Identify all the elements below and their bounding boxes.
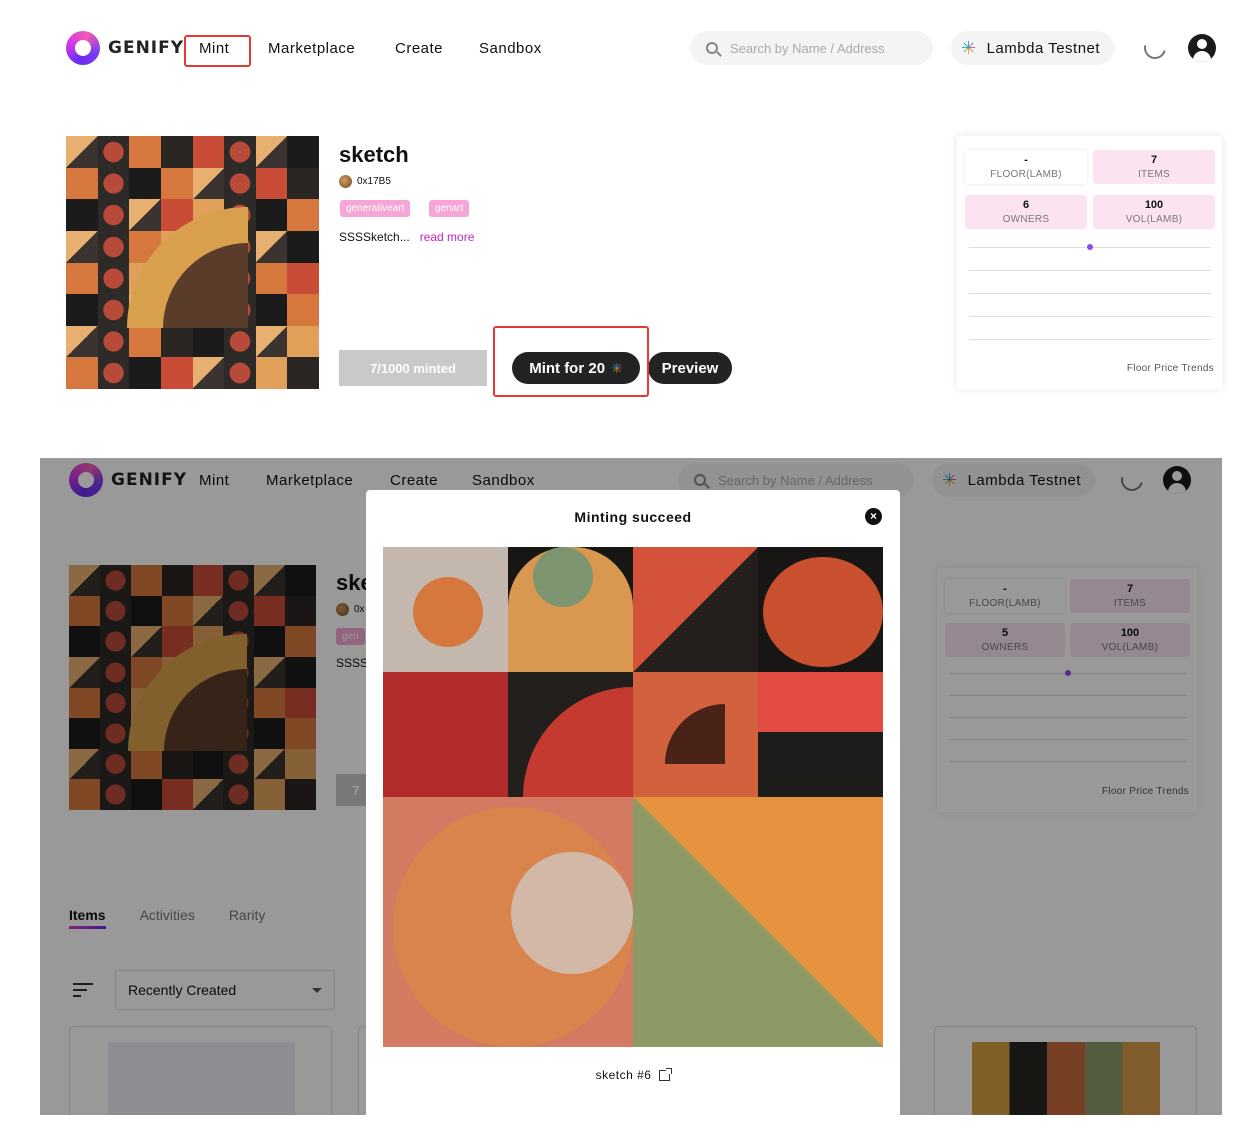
stats-panel: - FLOOR(LAMB) 7 ITEMS 6 OWNERS 100 VOL(L…	[957, 136, 1222, 389]
moon-icon[interactable]	[1139, 32, 1171, 64]
collection-title: sketch	[339, 142, 409, 167]
owner-address: 0x17B5	[357, 176, 391, 187]
minting-success-modal: Minting succeed × sketch #6	[366, 490, 900, 1115]
minted-item-link[interactable]: sketch #6	[366, 1067, 900, 1082]
stat-floor-label: FLOOR(LAMB)	[990, 169, 1062, 180]
minting-success-screenshot: GENIFY Mint Marketplace Create Sandbox S…	[40, 458, 1222, 1115]
stat-floor: - FLOOR(LAMB)	[965, 150, 1087, 184]
preview-button[interactable]: Preview	[648, 352, 732, 384]
chart-gridline	[969, 316, 1211, 317]
brand-name: GENIFY	[108, 38, 185, 58]
stat-owners-label: OWNERS	[1002, 214, 1050, 225]
brand-logo[interactable]: GENIFY	[66, 31, 184, 65]
search-input[interactable]: Search by Name / Address	[690, 31, 933, 65]
stat-floor-value: -	[1024, 154, 1028, 166]
chart-gridline	[969, 270, 1211, 271]
stat-items: 7 ITEMS	[1093, 150, 1215, 184]
user-icon[interactable]	[1188, 34, 1216, 62]
stat-vol-value: 100	[1144, 199, 1164, 211]
minted-progress: 7/1000 minted	[339, 350, 487, 386]
external-link-icon	[659, 1067, 673, 1081]
network-icon: ✳	[961, 38, 977, 58]
stat-owners: 6 OWNERS	[965, 195, 1087, 229]
nav-create[interactable]: Create	[395, 40, 443, 57]
stat-items-value: 7	[1150, 154, 1158, 166]
chart-point	[1087, 244, 1093, 250]
minted-item-name: sketch #6	[595, 1068, 652, 1082]
highlight-mint-nav	[184, 35, 251, 67]
highlight-mint-button	[493, 326, 649, 397]
minted-artwork	[383, 547, 883, 1047]
description-text: SSSSketch...	[339, 230, 410, 244]
stat-owners-value: 6	[1022, 199, 1030, 211]
search-icon	[706, 42, 718, 54]
owner-info[interactable]: 0x17B5	[339, 175, 391, 188]
close-icon[interactable]: ×	[865, 508, 882, 525]
nav-sandbox[interactable]: Sandbox	[479, 40, 542, 57]
owner-avatar	[339, 175, 352, 188]
network-label: Lambda Testnet	[986, 39, 1101, 57]
nav-marketplace[interactable]: Marketplace	[268, 40, 355, 57]
modal-title: Minting succeed	[574, 509, 692, 525]
collection-artwork	[66, 136, 319, 389]
logo-icon	[66, 31, 100, 65]
floor-price-trends-label: Floor Price Trends	[1126, 363, 1214, 374]
collection-description: SSSSketch... read more	[339, 230, 474, 244]
stat-items-label: ITEMS	[1137, 169, 1171, 180]
read-more-link[interactable]: read more	[420, 230, 475, 244]
search-placeholder: Search by Name / Address	[730, 40, 885, 56]
tag-generativeart[interactable]: generativeart	[340, 200, 411, 217]
network-selector[interactable]: ✳ Lambda Testnet	[951, 31, 1115, 65]
tag-genart[interactable]: genart	[429, 200, 470, 217]
stat-vol: 100 VOL(LAMB)	[1093, 195, 1215, 229]
chart-gridline	[969, 339, 1211, 340]
stat-vol-label: VOL(LAMB)	[1125, 214, 1183, 225]
chart-gridline	[969, 293, 1211, 294]
